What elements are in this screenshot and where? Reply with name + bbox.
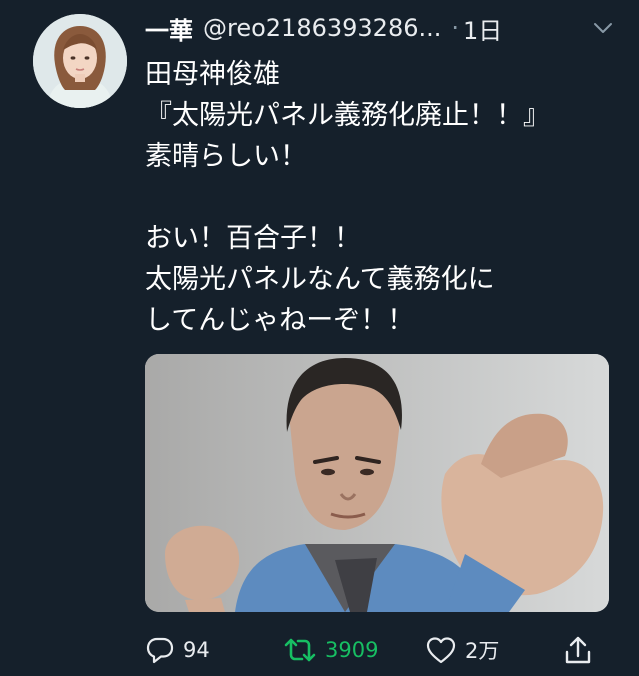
chevron-down-icon[interactable] (591, 16, 615, 40)
share-button[interactable] (563, 634, 593, 666)
tweet[interactable]: 一華 @reo2186393286... · 1日 田母神俊雄 『太陽光パネル義… (0, 0, 639, 676)
reply-count: 94 (183, 638, 210, 662)
tweet-text-line: おい！百合子！！ (145, 223, 361, 254)
tweet-photo[interactable] (145, 354, 609, 612)
heart-icon (426, 637, 456, 664)
timestamp[interactable]: 1日 (463, 11, 502, 46)
tweet-text-line (145, 177, 615, 218)
user-handle[interactable]: @reo2186393286... (203, 14, 441, 42)
like-button[interactable]: 2万 (425, 635, 499, 665)
tweet-text-line: 太陽光パネルなんて義務化に (145, 264, 495, 295)
share-icon (565, 636, 591, 664)
tweet-text-line: 田母神俊雄 (145, 59, 280, 90)
display-name[interactable]: 一華 (145, 11, 193, 46)
tweet-text: 田母神俊雄 『太陽光パネル義務化廃止！！』 素晴らしい！ おい！百合子！！ 太陽… (145, 54, 615, 341)
photo-man-pointing (145, 354, 609, 612)
tweet-header: 一華 @reo2186393286... · 1日 (145, 8, 615, 48)
tweet-text-line: 素晴らしい！ (145, 141, 307, 172)
retweet-icon (284, 638, 316, 662)
avatar[interactable] (33, 14, 127, 108)
retweet-count: 3909 (325, 638, 379, 662)
tweet-text-line: 『太陽光パネル義務化廃止！！』 (145, 100, 550, 131)
tweet-actions: 94 3909 2万 (145, 628, 615, 672)
like-count: 2万 (465, 639, 500, 663)
separator-dot: · (451, 14, 460, 42)
tweet-text-line: してんじゃねーぞ！！ (145, 305, 415, 336)
reply-icon (146, 637, 174, 664)
retweet-button[interactable]: 3909 (283, 635, 378, 665)
avatar-image (33, 14, 127, 108)
reply-button[interactable]: 94 (145, 635, 210, 665)
